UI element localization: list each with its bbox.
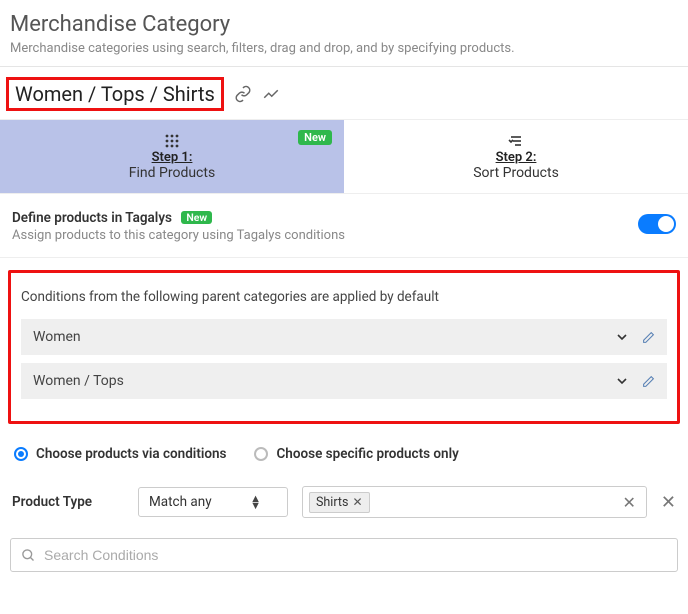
pencil-icon[interactable] [642,375,655,388]
analytics-icon[interactable] [262,85,280,103]
define-section: Define products in Tagalys New Assign pr… [0,194,688,258]
radio-label: Choose specific products only [276,446,458,462]
link-icon[interactable] [234,85,252,103]
clear-values-icon[interactable]: ✕ [619,493,640,512]
parent-category-label: Women [33,329,81,345]
radio-icon [254,447,268,461]
chip-remove-icon[interactable]: ✕ [352,495,362,509]
grid-icon [0,134,344,148]
step-2-desc: Sort Products [344,165,688,181]
define-title-text: Define products in Tagalys [12,210,172,226]
search-conditions[interactable] [10,538,678,572]
updown-icon: ▲▼ [250,495,261,509]
new-badge: New [298,130,332,145]
chevron-down-icon[interactable] [616,331,628,343]
page-title: Merchandise Category [10,12,678,37]
parent-conditions-title: Conditions from the following parent cat… [21,289,667,305]
breadcrumb: Women / Tops / Shirts [6,77,224,111]
tab-step-1[interactable]: New Step 1: Find Products [0,120,344,194]
radio-specific[interactable]: Choose specific products only [254,446,458,462]
sort-icon [344,134,688,148]
define-subtitle: Assign products to this category using T… [12,228,638,243]
search-icon [21,548,36,563]
tab-step-2[interactable]: Step 2: Sort Products [344,120,688,194]
parent-conditions-box: Conditions from the following parent cat… [8,270,680,424]
chevron-down-icon[interactable] [616,375,628,387]
page-header: Merchandise Category Merchandise categor… [0,0,688,67]
match-mode-value: Match any [149,494,212,510]
step-2-label: Step 2: [344,150,688,165]
condition-values-input[interactable]: Shirts ✕ ✕ [302,486,647,518]
condition-field-label: Product Type [12,494,124,510]
radio-conditions[interactable]: Choose products via conditions [14,446,226,462]
product-selection-mode: Choose products via conditions Choose sp… [0,432,688,476]
new-badge-inline: New [181,211,212,224]
radio-icon [14,447,28,461]
define-toggle[interactable] [638,214,676,234]
chip-label: Shirts [316,495,348,510]
breadcrumb-row: Women / Tops / Shirts [0,67,688,119]
step-1-label: Step 1: [0,150,344,165]
parent-category-row[interactable]: Women / Tops [21,363,667,399]
match-mode-select[interactable]: Match any ▲▼ [138,487,288,517]
parent-category-label: Women / Tops [33,373,124,389]
pencil-icon[interactable] [642,331,655,344]
parent-category-row[interactable]: Women [21,319,667,355]
search-input[interactable] [44,547,667,563]
define-title: Define products in Tagalys New [12,210,212,226]
remove-condition-icon[interactable]: ✕ [661,492,676,513]
value-chip: Shirts ✕ [309,492,370,513]
condition-row: Product Type Match any ▲▼ Shirts ✕ ✕ ✕ [0,476,688,534]
step-1-desc: Find Products [0,165,344,181]
radio-label: Choose products via conditions [36,446,226,462]
page-subtitle: Merchandise categories using search, fil… [10,41,678,56]
steps-tabs: New Step 1: Find Products Step 2: Sort P… [0,119,688,194]
